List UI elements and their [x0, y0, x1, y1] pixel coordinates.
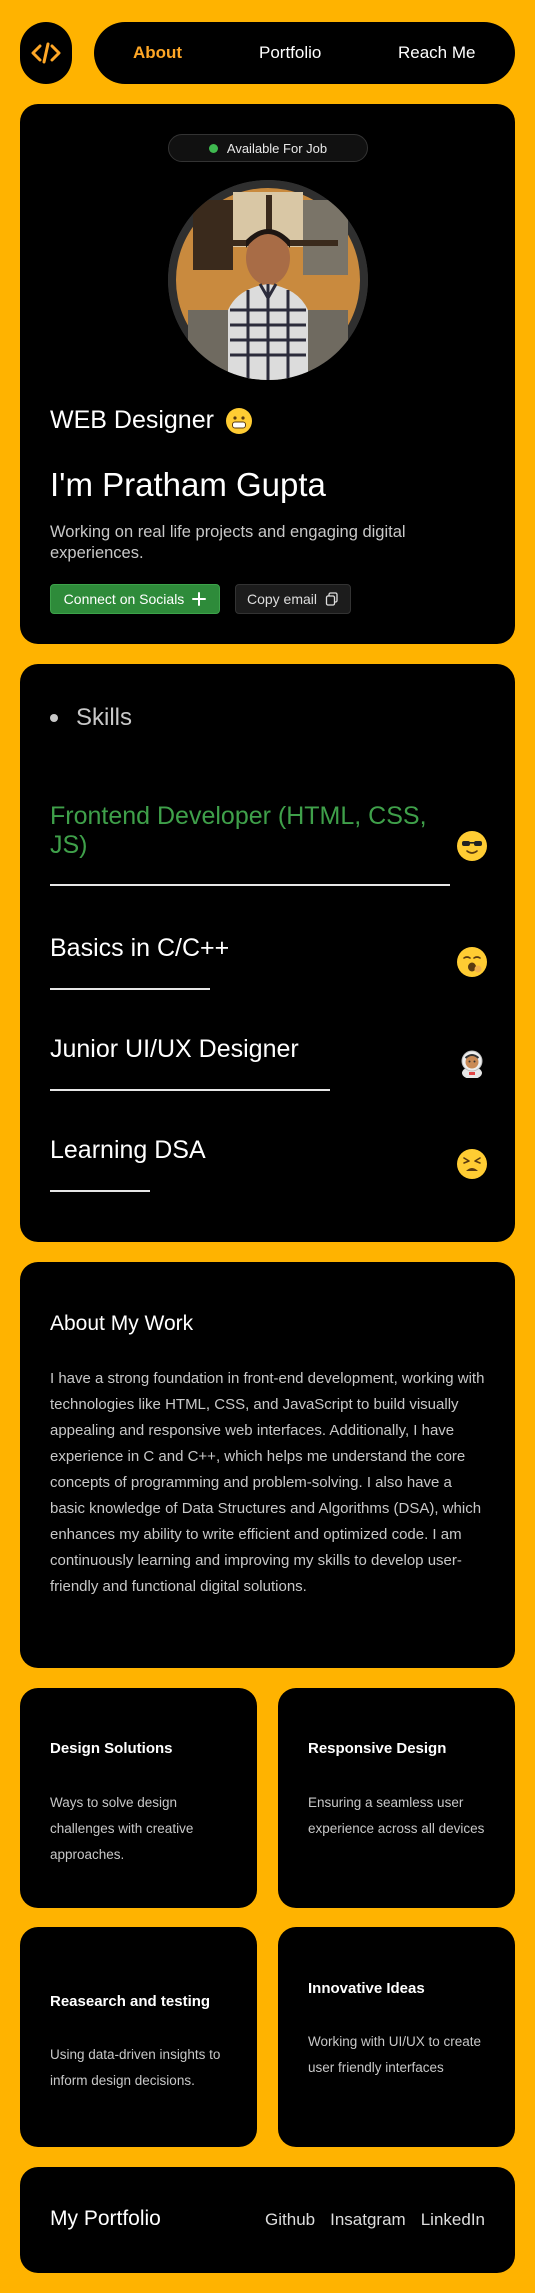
bullet-icon: [50, 714, 58, 722]
role-heading: WEB Designer: [50, 406, 252, 435]
feature-text: Ways to solve design challenges with cre…: [50, 1795, 194, 1862]
skill-underline: [50, 1190, 150, 1192]
feature-card: Responsive Design Ensuring a seamless us…: [278, 1688, 515, 1908]
github-link[interactable]: Github: [265, 2210, 315, 2230]
skill-item: Junior UI/UX Designer: [50, 1035, 299, 1063]
connect-socials-label: Connect on Socials: [63, 591, 185, 607]
grinning-face-icon: [225, 407, 252, 434]
logo[interactable]: [20, 22, 72, 84]
copy-email-button[interactable]: Copy email: [235, 584, 351, 614]
footer-brand: My Portfolio: [50, 2207, 161, 2230]
connect-socials-button[interactable]: Connect on Socials: [50, 584, 220, 614]
nav-about[interactable]: About: [133, 43, 182, 63]
yawning-face-icon: [457, 947, 487, 977]
about-body: I have a strong foundation in front-end …: [50, 1370, 485, 1595]
feature-title: Innovative Ideas: [308, 1980, 425, 1997]
feature-text: Working with UI/UX to create user friend…: [308, 2034, 482, 2075]
feature-text: Using data-driven insights to inform des…: [50, 2047, 221, 2088]
about-title: About My Work: [50, 1312, 194, 1335]
profile-photo: [168, 180, 368, 380]
skills-heading: Skills: [50, 704, 132, 732]
feature-title: Responsive Design: [308, 1740, 447, 1757]
feature-text: Ensuring a seamless user experience acro…: [308, 1795, 485, 1836]
code-icon: [31, 42, 61, 64]
status-dot-icon: [208, 143, 218, 153]
nav-reach-me[interactable]: Reach Me: [398, 43, 475, 63]
avatar: [168, 180, 368, 380]
feature-card: Design Solutions Ways to solve design ch…: [20, 1688, 257, 1908]
feature-card: Innovative Ideas Working with UI/UX to c…: [278, 1927, 515, 2147]
skills-title-text: Skills: [76, 704, 133, 731]
footer-links: Github Insatgram LinkedIn: [265, 2210, 485, 2230]
feature-card: Reasearch and testing Using data-driven …: [20, 1927, 257, 2147]
about-card: About My Work I have a strong foundation…: [20, 1262, 515, 1668]
sunglasses-face-icon: [457, 831, 487, 861]
copy-email-label: Copy email: [246, 591, 318, 607]
skill-underline: [50, 1089, 330, 1091]
instagram-link[interactable]: Insatgram: [330, 2210, 406, 2230]
skills-card: Skills Frontend Developer (HTML, CSS, JS…: [20, 664, 515, 1242]
availability-text: Available For Job: [226, 140, 328, 156]
skill-item: Basics in C/C++: [50, 934, 230, 962]
astronaut-icon: [457, 1048, 487, 1079]
skill-underline: [50, 884, 450, 886]
feature-title: Design Solutions: [50, 1740, 173, 1757]
role-text: WEB Designer: [50, 406, 214, 434]
tired-face-icon: [457, 1149, 487, 1179]
main-nav: About Portfolio Reach Me: [94, 22, 515, 84]
nav-portfolio[interactable]: Portfolio: [259, 43, 321, 63]
plus-icon: [192, 592, 207, 606]
copy-icon: [325, 592, 338, 606]
skill-underline: [50, 988, 210, 990]
hero-name: I'm Pratham Gupta: [50, 466, 326, 503]
footer: My Portfolio Github Insatgram LinkedIn: [20, 2167, 515, 2273]
hero-description: Working on real life projects and engagi…: [50, 523, 406, 562]
skill-item: Frontend Developer (HTML, CSS, JS): [50, 802, 427, 859]
feature-title: Reasearch and testing: [50, 1993, 211, 2010]
skill-item: Learning DSA: [50, 1136, 206, 1164]
linkedin-link[interactable]: LinkedIn: [421, 2210, 485, 2230]
availability-badge: Available For Job: [168, 134, 368, 162]
hero-card: Available For Job WEB Designer I'm Prath…: [20, 104, 515, 644]
